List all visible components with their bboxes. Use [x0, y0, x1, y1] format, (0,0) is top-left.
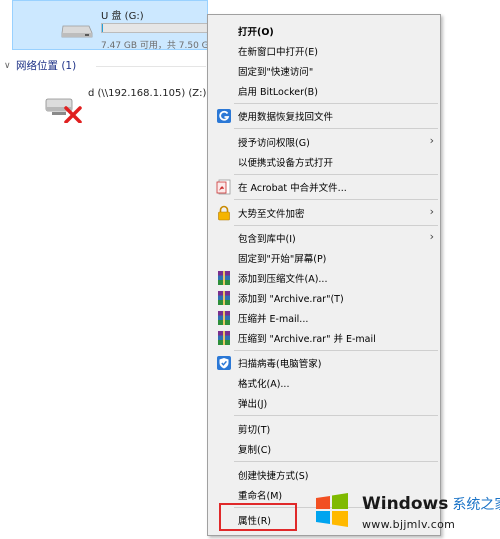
- usb-drive-capacity-bar: [101, 23, 211, 33]
- menu-item-copy[interactable]: 复制(C): [210, 438, 438, 459]
- menu-item-create-shortcut[interactable]: 创建快捷方式(S): [210, 464, 438, 485]
- usb-drive-tile[interactable]: U 盘 (G:) 7.47 GB 可用，共 7.50 GB: [12, 0, 215, 51]
- disconnected-network-drive-icon[interactable]: [44, 95, 86, 123]
- menu-separator: [234, 415, 438, 416]
- menu-item-label: 压缩到 "Archive.rar" 并 E-mail: [238, 334, 376, 345]
- menu-item-label: 启用 BitLocker(B): [238, 87, 318, 98]
- watermark-title-en: Windows: [362, 494, 449, 514]
- menu-item-pin-start[interactable]: 固定到"开始"屏幕(P): [210, 247, 438, 268]
- data-recovery-icon: [217, 109, 231, 123]
- submenu-arrow-icon: ›: [429, 230, 434, 243]
- menu-item-label: 固定到"开始"屏幕(P): [238, 254, 327, 265]
- group-divider: [96, 66, 206, 67]
- menu-item-grant-access[interactable]: 授予访问权限(G) ›: [210, 131, 438, 152]
- menu-item-data-recovery[interactable]: 使用数据恢复找回文件: [210, 105, 438, 126]
- acrobat-icon: [216, 179, 231, 195]
- menu-item-label: 添加到 "Archive.rar"(T): [238, 294, 344, 305]
- menu-item-format[interactable]: 格式化(A)...: [210, 372, 438, 393]
- menu-item-label: 大势至文件加密: [238, 209, 305, 220]
- watermark-title: Windows系统之家: [362, 494, 500, 514]
- menu-separator: [234, 461, 438, 462]
- menu-item-label: 在新窗口中打开(E): [238, 47, 318, 58]
- chevron-down-icon[interactable]: ∨: [4, 61, 16, 71]
- watermark-url: www.bjjmlv.com: [362, 518, 456, 531]
- menu-item-compress-email[interactable]: 压缩并 E-mail...: [210, 307, 438, 328]
- menu-item-bitlocker[interactable]: 启用 BitLocker(B): [210, 80, 438, 101]
- context-menu: 打开(O) 在新窗口中打开(E) 固定到"快速访问" 启用 BitLocker(…: [207, 14, 441, 536]
- network-drive-name[interactable]: d (\\192.168.1.105) (Z:): [88, 88, 206, 99]
- menu-item-add-archive-rar[interactable]: 添加到 "Archive.rar"(T): [210, 287, 438, 308]
- menu-item-portable-device[interactable]: 以便携式设备方式打开: [210, 151, 438, 172]
- usb-drive-size: 7.47 GB 可用，共 7.50 GB: [101, 41, 215, 51]
- menu-item-compress-rar-email[interactable]: 压缩到 "Archive.rar" 并 E-mail: [210, 327, 438, 348]
- menu-item-open-new-window[interactable]: 在新窗口中打开(E): [210, 40, 438, 61]
- shield-icon: [217, 356, 231, 370]
- menu-item-label: 剪切(T): [238, 425, 271, 436]
- menu-item-virus-scan[interactable]: 扫描病毒(电脑管家): [210, 352, 438, 373]
- menu-separator: [234, 350, 438, 351]
- winrar-icon: [218, 331, 230, 345]
- menu-item-label: 扫描病毒(电脑管家): [238, 359, 322, 370]
- properties-highlight-box: [219, 503, 297, 531]
- submenu-arrow-icon: ›: [429, 134, 434, 147]
- winrar-icon: [218, 291, 230, 305]
- menu-item-label: 格式化(A)...: [238, 379, 290, 390]
- menu-item-label: 授予访问权限(G): [238, 138, 310, 149]
- submenu-arrow-icon: ›: [429, 205, 434, 218]
- network-locations-header[interactable]: ∨ 网络位置 (1): [4, 58, 76, 73]
- menu-item-label: 在 Acrobat 中合并文件...: [238, 183, 347, 194]
- menu-item-acrobat-combine[interactable]: 在 Acrobat 中合并文件...: [210, 176, 438, 197]
- menu-item-label: 弹出(J): [238, 399, 268, 410]
- menu-item-label: 以便携式设备方式打开: [238, 158, 334, 169]
- menu-item-label: 包含到库中(I): [238, 234, 296, 245]
- menu-separator: [234, 128, 438, 129]
- usb-drive-icon: [61, 25, 93, 38]
- menu-item-cut[interactable]: 剪切(T): [210, 418, 438, 439]
- menu-item-eject[interactable]: 弹出(J): [210, 392, 438, 413]
- winrar-icon: [218, 271, 230, 285]
- menu-separator: [234, 199, 438, 200]
- network-locations-title: 网络位置 (1): [16, 60, 77, 72]
- menu-item-file-encryption[interactable]: 大势至文件加密 ›: [210, 202, 438, 223]
- menu-separator: [234, 225, 438, 226]
- menu-item-label: 使用数据恢复找回文件: [238, 112, 334, 123]
- menu-item-pin-quick-access[interactable]: 固定到"快速访问": [210, 60, 438, 81]
- menu-item-label: 复制(C): [238, 445, 272, 456]
- windows-logo-icon: [316, 493, 348, 527]
- winrar-icon: [218, 311, 230, 325]
- menu-item-label: 添加到压缩文件(A)...: [238, 274, 328, 285]
- menu-separator: [234, 103, 438, 104]
- menu-item-label: 压缩并 E-mail...: [238, 314, 309, 325]
- menu-item-label: 重命名(M): [238, 491, 283, 502]
- watermark-title-cn: 系统之家: [452, 497, 500, 513]
- lock-icon: [218, 205, 230, 221]
- menu-item-open[interactable]: 打开(O): [210, 20, 438, 41]
- menu-item-add-archive[interactable]: 添加到压缩文件(A)...: [210, 267, 438, 288]
- menu-item-label: 固定到"快速访问": [238, 67, 314, 78]
- watermark: Windows系统之家 www.bjjmlv.com: [312, 488, 500, 538]
- menu-item-label: 打开(O): [238, 27, 274, 38]
- menu-item-include-library[interactable]: 包含到库中(I) ›: [210, 227, 438, 248]
- menu-separator: [234, 174, 438, 175]
- usb-drive-name: U 盘 (G:): [101, 11, 144, 22]
- menu-item-label: 创建快捷方式(S): [238, 471, 309, 482]
